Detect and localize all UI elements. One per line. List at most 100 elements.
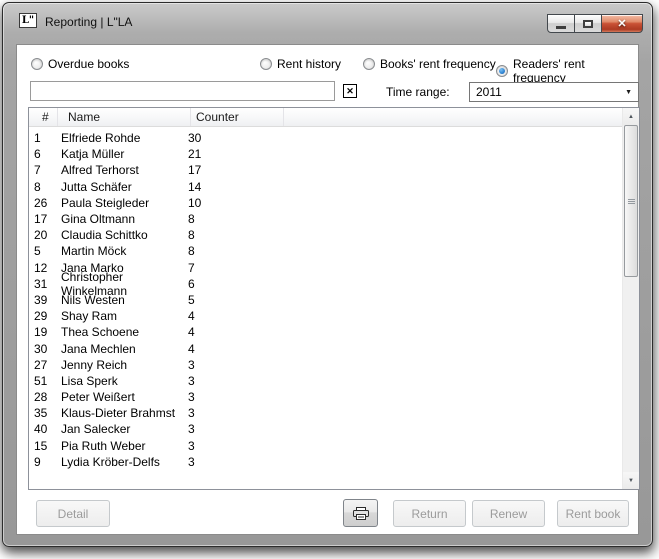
cell-number: 17: [29, 212, 61, 226]
time-range-value: 2011: [476, 85, 502, 99]
cell-counter: 3: [186, 374, 195, 388]
cell-number: 9: [29, 455, 61, 469]
app-window: L" Reporting | L"LA ✕ Overdue books Rent…: [2, 2, 653, 547]
cell-number: 35: [29, 406, 61, 420]
vertical-scrollbar[interactable]: ▲ ▼: [622, 108, 639, 489]
scrollbar-thumb[interactable]: [624, 125, 638, 277]
cell-number: 1: [29, 131, 61, 145]
cell-name: Jana Mechlen: [61, 342, 186, 356]
table-row[interactable]: 26 Paula Steigleder 10: [29, 195, 622, 211]
time-range-select[interactable]: 2011 ▼: [469, 82, 639, 102]
cell-name: Alfred Terhorst: [61, 163, 186, 177]
maximize-icon: [583, 20, 593, 28]
clear-search-button[interactable]: ✕: [343, 84, 357, 98]
table-row[interactable]: 8 Jutta Schäfer 14: [29, 179, 622, 195]
cell-counter: 7: [186, 261, 195, 275]
column-header-name[interactable]: Name: [58, 108, 191, 126]
cell-number: 51: [29, 374, 61, 388]
cell-counter: 17: [186, 163, 201, 177]
table-row[interactable]: 29 Shay Ram 4: [29, 308, 622, 324]
table-row[interactable]: 1 Elfriede Rohde 30: [29, 130, 622, 146]
cell-number: 30: [29, 342, 61, 356]
chevron-down-icon: ▼: [625, 89, 632, 96]
radio-indicator: [31, 58, 43, 70]
clear-icon: ✕: [346, 86, 354, 97]
table-row[interactable]: 19 Thea Schoene 4: [29, 324, 622, 340]
radio-books-rent-frequency[interactable]: Books' rent frequency: [363, 57, 496, 71]
cell-counter: 14: [186, 180, 201, 194]
radio-overdue-books[interactable]: Overdue books: [31, 57, 129, 71]
window-title: Reporting | L"LA: [45, 15, 132, 29]
cell-name: Shay Ram: [61, 309, 186, 323]
table-row[interactable]: 20 Claudia Schittko 8: [29, 227, 622, 243]
scroll-up-button[interactable]: ▲: [623, 108, 639, 125]
cell-name: Jutta Schäfer: [61, 180, 186, 194]
table-row[interactable]: 17 Gina Oltmann 8: [29, 211, 622, 227]
radio-indicator: [363, 58, 375, 70]
scrollbar-grip-icon: [628, 201, 635, 202]
detail-button[interactable]: Detail: [36, 500, 110, 527]
cell-number: 40: [29, 422, 61, 436]
search-input[interactable]: [30, 81, 335, 101]
scroll-up-icon: ▲: [628, 114, 634, 120]
table-row[interactable]: 35 Klaus-Dieter Brahmst 3: [29, 405, 622, 421]
radio-readers-rent-frequency[interactable]: Readers' rent frequency: [496, 57, 638, 85]
rent-book-button[interactable]: Rent book: [557, 500, 629, 527]
cell-name: Peter Weißert: [61, 390, 186, 404]
minimize-button[interactable]: [547, 14, 575, 33]
cell-number: 6: [29, 147, 61, 161]
cell-name: Jenny Reich: [61, 358, 186, 372]
radio-label: Rent history: [277, 57, 341, 71]
app-icon: L": [19, 13, 37, 28]
cell-number: 28: [29, 390, 61, 404]
table-row[interactable]: 7 Alfred Terhorst 17: [29, 162, 622, 178]
cell-number: 27: [29, 358, 61, 372]
scroll-down-icon: ▼: [628, 478, 634, 484]
cell-name: Thea Schoene: [61, 325, 186, 339]
close-icon: ✕: [617, 17, 626, 30]
cell-name: Pia Ruth Weber: [61, 439, 186, 453]
radio-label: Books' rent frequency: [380, 57, 496, 71]
cell-counter: 3: [186, 439, 195, 453]
table-row[interactable]: 39 Nils Westen 5: [29, 292, 622, 308]
cell-name: Katja Müller: [61, 147, 186, 161]
table-row[interactable]: 6 Katja Müller 21: [29, 146, 622, 162]
table-row[interactable]: 40 Jan Salecker 3: [29, 421, 622, 437]
print-button[interactable]: [343, 499, 378, 527]
radio-label: Readers' rent frequency: [513, 57, 638, 85]
cell-name: Paula Steigleder: [61, 196, 186, 210]
table-row[interactable]: 27 Jenny Reich 3: [29, 357, 622, 373]
table-row[interactable]: 28 Peter Weißert 3: [29, 389, 622, 405]
cell-number: 26: [29, 196, 61, 210]
table-row[interactable]: 9 Lydia Kröber-Delfs 3: [29, 454, 622, 470]
table-row[interactable]: 51 Lisa Sperk 3: [29, 373, 622, 389]
column-header-number[interactable]: #: [29, 108, 58, 126]
scroll-down-button[interactable]: ▼: [623, 472, 639, 489]
renew-button[interactable]: Renew: [472, 500, 545, 527]
cell-counter: 6: [186, 277, 195, 291]
maximize-button[interactable]: [574, 14, 602, 33]
cell-number: 8: [29, 180, 61, 194]
return-button[interactable]: Return: [393, 500, 466, 527]
cell-counter: 4: [186, 342, 195, 356]
close-button[interactable]: ✕: [601, 14, 643, 33]
radio-rent-history[interactable]: Rent history: [260, 57, 341, 71]
cell-counter: 5: [186, 293, 195, 307]
table-row[interactable]: 15 Pia Ruth Weber 3: [29, 438, 622, 454]
cell-counter: 8: [186, 212, 195, 226]
cell-number: 29: [29, 309, 61, 323]
client-area: Overdue books Rent history Books' rent f…: [16, 44, 639, 535]
cell-number: 12: [29, 261, 61, 275]
table-row[interactable]: 5 Martin Möck 8: [29, 243, 622, 259]
cell-counter: 3: [186, 390, 195, 404]
cell-name: Klaus-Dieter Brahmst: [61, 406, 186, 420]
cell-counter: 4: [186, 325, 195, 339]
cell-name: Jan Salecker: [61, 422, 186, 436]
table-row[interactable]: 31 Christopher Winkelmann 6: [29, 276, 622, 292]
table-row[interactable]: 30 Jana Mechlen 4: [29, 340, 622, 356]
printer-icon: [353, 507, 369, 520]
cell-number: 7: [29, 163, 61, 177]
cell-counter: 8: [186, 228, 195, 242]
column-header-counter[interactable]: Counter: [191, 108, 284, 126]
cell-counter: 4: [186, 309, 195, 323]
